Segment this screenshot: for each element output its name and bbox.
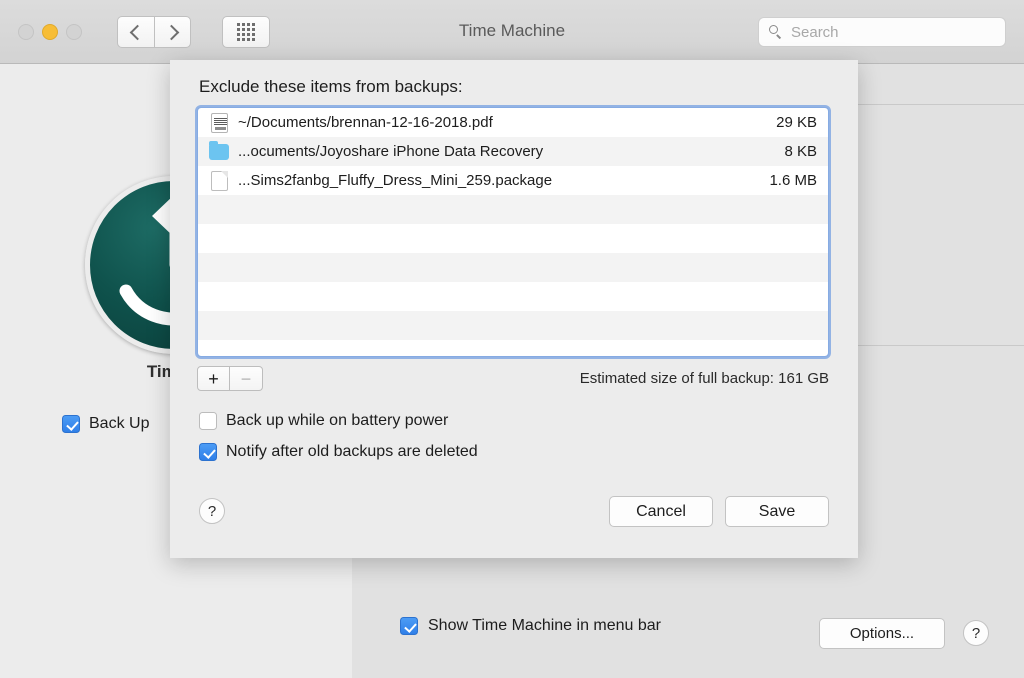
list-item-size: 29 KB (776, 114, 817, 131)
save-button[interactable]: Save (725, 496, 829, 527)
add-exclusion-button[interactable]: + (197, 366, 230, 391)
options-button[interactable]: Options... (819, 618, 945, 649)
table-row[interactable]: ~/Documents/brennan-12-16-2018.pdf 29 KB (198, 108, 828, 137)
estimated-size-label: Estimated size of full backup: 161 GB (580, 370, 829, 387)
generic-file-icon (208, 171, 230, 191)
empty-row (198, 224, 828, 253)
table-row[interactable]: ...ocuments/Joyoshare iPhone Data Recove… (198, 137, 828, 166)
table-row[interactable]: ...Sims2fanbg_Fluffy_Dress_Mini_259.pack… (198, 166, 828, 195)
back-up-automatically-checkbox-box[interactable] (62, 415, 80, 433)
time-machine-preferences-window: Time Machine Search Time M Back Up onnec… (0, 0, 1024, 678)
window-toolbar: Time Machine Search (0, 0, 1024, 64)
divider-top (856, 104, 1024, 105)
exclude-items-list[interactable]: ~/Documents/brennan-12-16-2018.pdf 29 KB… (197, 107, 829, 357)
notify-deleted-checkbox[interactable]: Notify after old backups are deleted (199, 443, 478, 461)
sheet-title: Exclude these items from backups: (199, 77, 463, 97)
show-in-menu-bar-checkbox[interactable]: Show Time Machine in menu bar (400, 617, 661, 635)
notify-deleted-checkbox-box[interactable] (199, 443, 217, 461)
help-button[interactable]: ? (963, 620, 989, 646)
search-icon (769, 25, 783, 39)
cancel-button[interactable]: Cancel (609, 496, 713, 527)
list-item-size: 1.6 MB (769, 172, 817, 189)
divider-bottom (856, 345, 1024, 346)
sheet-help-button[interactable]: ? (199, 498, 225, 524)
list-item-size: 8 KB (784, 143, 817, 160)
list-item-name: ...ocuments/Joyoshare iPhone Data Recove… (238, 143, 784, 160)
empty-row (198, 195, 828, 224)
empty-row (198, 282, 828, 311)
back-up-automatically-label: Back Up (89, 415, 149, 433)
notify-deleted-label: Notify after old backups are deleted (226, 443, 478, 461)
exclude-items-sheet: Exclude these items from backups: ~/Docu… (170, 60, 858, 558)
empty-row (198, 253, 828, 282)
empty-row (198, 340, 828, 357)
list-item-name: ~/Documents/brennan-12-16-2018.pdf (238, 114, 776, 131)
back-up-automatically-checkbox[interactable]: Back Up (62, 415, 149, 433)
folder-icon (208, 144, 230, 160)
empty-row (198, 311, 828, 340)
battery-power-label: Back up while on battery power (226, 412, 448, 430)
sheet-action-buttons: Cancel Save (609, 496, 829, 527)
remove-exclusion-button[interactable]: − (230, 366, 263, 391)
add-remove-buttons: + − (197, 366, 263, 391)
search-input[interactable]: Search (758, 17, 1006, 47)
pdf-file-icon (208, 113, 230, 133)
search-placeholder: Search (791, 24, 839, 41)
list-item-name: ...Sims2fanbg_Fluffy_Dress_Mini_259.pack… (238, 172, 769, 189)
show-in-menu-bar-label: Show Time Machine in menu bar (428, 617, 661, 635)
battery-power-checkbox[interactable]: Back up while on battery power (199, 412, 448, 430)
show-in-menu-bar-checkbox-box[interactable] (400, 617, 418, 635)
battery-power-checkbox-box[interactable] (199, 412, 217, 430)
